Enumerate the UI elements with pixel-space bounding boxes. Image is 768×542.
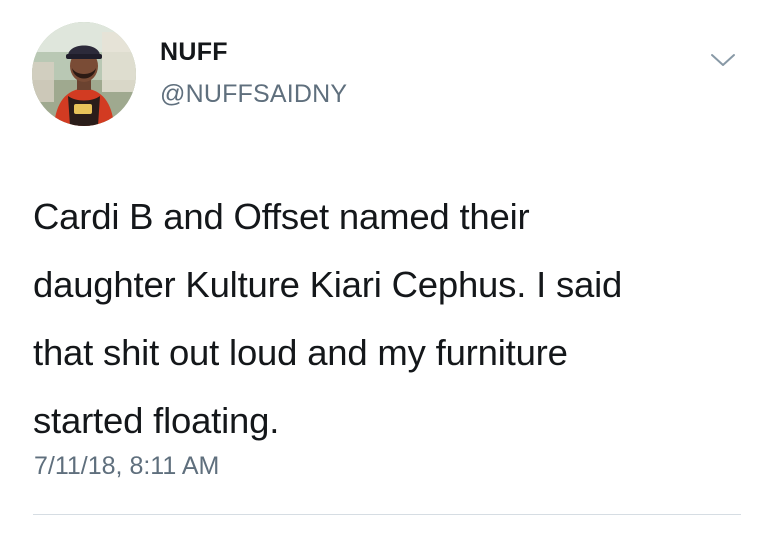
tweet-text-line: started floating. [33, 400, 280, 441]
chevron-down-icon[interactable] [708, 48, 738, 72]
profile-photo [32, 22, 136, 126]
tweet-card: NUFF @NUFFSAIDNY Cardi B and Offset name… [0, 0, 768, 542]
tweet-text-line: daughter Kulture Kiari Cephus. I said [33, 264, 623, 305]
avatar[interactable] [32, 22, 136, 126]
tweet-text-line: that shit out loud and my furniture [33, 332, 568, 373]
display-name[interactable]: NUFF [160, 38, 228, 67]
tweet-text-line: Cardi B and Offset named their [33, 196, 530, 237]
divider [33, 514, 741, 515]
user-handle[interactable]: @NUFFSAIDNY [160, 80, 347, 109]
tweet-timestamp[interactable]: 7/11/18, 8:11 AM [34, 452, 219, 481]
tweet-text: Cardi B and Offset named their daughter … [33, 183, 733, 455]
